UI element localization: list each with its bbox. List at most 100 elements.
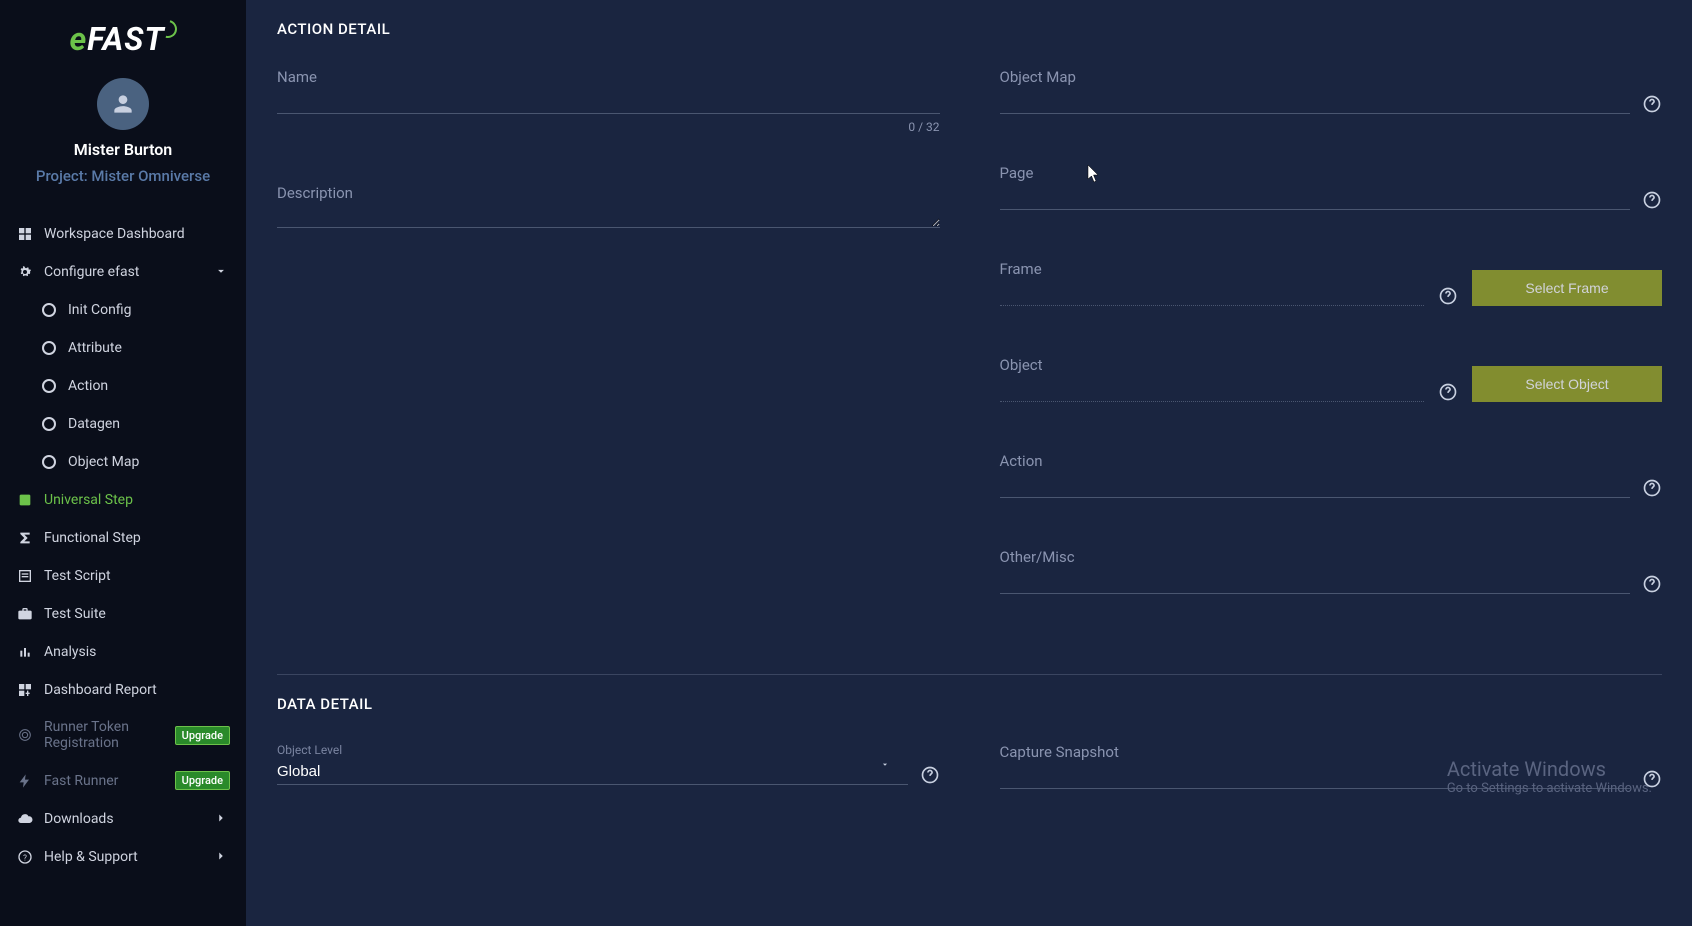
nav-label: Downloads (44, 811, 204, 827)
sidebar-attribute[interactable]: Attribute (0, 329, 246, 367)
help-icon[interactable] (1642, 478, 1662, 498)
object-field: Object Select Object (1000, 356, 1663, 402)
upgrade-badge[interactable]: Upgrade (175, 726, 230, 745)
select-object-button[interactable]: Select Object (1472, 366, 1662, 402)
sigma-icon (16, 529, 34, 547)
script-icon (16, 567, 34, 585)
username: Mister Burton (0, 140, 246, 159)
sidebar-functional-step[interactable]: Functional Step (0, 519, 246, 557)
sidebar-help-support[interactable]: ? Help & Support (0, 838, 246, 876)
object-label: Object (1000, 356, 1425, 374)
right-column: Object Map Page (1000, 68, 1663, 644)
objectmap-label: Object Map (1000, 68, 1631, 86)
nav-label: Object Map (68, 454, 230, 470)
description-field: Description (277, 184, 940, 232)
othermisc-field: Other/Misc (1000, 548, 1663, 594)
suitcase-icon (16, 605, 34, 623)
radio-icon (40, 339, 58, 357)
sidebar-objectmap[interactable]: Object Map (0, 443, 246, 481)
capture-snapshot-input[interactable] (1000, 763, 1631, 789)
name-field: Name 0 / 32 (277, 68, 940, 134)
cloud-download-icon (16, 810, 34, 828)
nav-label: Universal Step (44, 492, 230, 508)
help-icon[interactable] (920, 765, 940, 785)
nav-label: Runner Token Registration (44, 719, 165, 751)
help-icon[interactable] (1642, 574, 1662, 594)
help-icon[interactable] (1642, 190, 1662, 210)
name-input[interactable] (277, 88, 940, 114)
sidebar-fast-runner[interactable]: Fast Runner Upgrade (0, 761, 246, 800)
help-icon[interactable] (1642, 769, 1662, 789)
name-counter: 0 / 32 (277, 120, 940, 134)
nav-label: Configure efast (44, 264, 204, 280)
section-title: DATA DETAIL (277, 695, 1662, 713)
action-input[interactable] (1000, 472, 1631, 498)
chevron-down-icon (214, 264, 230, 280)
sidebar-analysis[interactable]: Analysis (0, 633, 246, 671)
sidebar-downloads[interactable]: Downloads (0, 800, 246, 838)
sidebar-dashboard-report[interactable]: Dashboard Report (0, 671, 246, 709)
help-icon[interactable] (1438, 286, 1458, 306)
help-icon[interactable] (1642, 94, 1662, 114)
sidebar: eFAST Mister Burton Project: Mister Omni… (0, 0, 247, 926)
help-icon[interactable] (1438, 382, 1458, 402)
sidebar-workspace-dashboard[interactable]: Workspace Dashboard (0, 215, 246, 253)
divider (277, 674, 1662, 675)
nav-label: Test Script (44, 568, 230, 584)
objectmap-input[interactable] (1000, 88, 1631, 114)
frame-input[interactable] (1000, 280, 1425, 306)
sidebar-universal-step[interactable]: Universal Step (0, 481, 246, 519)
svg-text:?: ? (23, 853, 27, 862)
nav-label: Init Config (68, 302, 230, 318)
frame-label: Frame (1000, 260, 1425, 278)
nav-label: Dashboard Report (44, 682, 230, 698)
nav-label: Test Suite (44, 606, 230, 622)
select-frame-button[interactable]: Select Frame (1472, 270, 1662, 306)
avatar[interactable] (97, 78, 149, 130)
upgrade-badge[interactable]: Upgrade (175, 771, 230, 790)
page-field: Page (1000, 164, 1663, 210)
nav-label: Analysis (44, 644, 230, 660)
sidebar-configure-efast[interactable]: Configure efast (0, 253, 246, 291)
object-level-select[interactable]: Global (277, 759, 908, 785)
sidebar-action[interactable]: Action (0, 367, 246, 405)
radio-icon (40, 415, 58, 433)
nav-label: Functional Step (44, 530, 230, 546)
nav-label: Help & Support (44, 849, 204, 865)
capture-snapshot-field: Capture Snapshot (1000, 743, 1663, 789)
sidebar-test-script[interactable]: Test Script (0, 557, 246, 595)
chevron-right-icon (214, 811, 230, 827)
sidebar-runner-token[interactable]: Runner Token Registration Upgrade (0, 709, 246, 761)
object-level-label: Object Level (277, 743, 908, 757)
logo-text: eFAST (69, 20, 176, 58)
sidebar-datagen[interactable]: Datagen (0, 405, 246, 443)
page-label: Page (1000, 164, 1631, 182)
radio-icon (40, 301, 58, 319)
dashboard-report-icon (16, 681, 34, 699)
gear-icon (16, 263, 34, 281)
othermisc-label: Other/Misc (1000, 548, 1631, 566)
object-level-field: Object Level Global (277, 743, 940, 789)
sidebar-init-config[interactable]: Init Config (0, 291, 246, 329)
frame-field: Frame Select Frame (1000, 260, 1663, 306)
chart-icon (16, 643, 34, 661)
page-input[interactable] (1000, 184, 1631, 210)
person-icon (110, 91, 136, 117)
nav-label: Attribute (68, 340, 230, 356)
dashboard-icon (16, 225, 34, 243)
capture-snapshot-label: Capture Snapshot (1000, 743, 1631, 761)
action-field: Action (1000, 452, 1663, 498)
step-icon (16, 491, 34, 509)
sidebar-test-suite[interactable]: Test Suite (0, 595, 246, 633)
othermisc-input[interactable] (1000, 568, 1631, 594)
bolt-icon (16, 772, 34, 790)
project-name[interactable]: Project: Mister Omniverse (0, 167, 246, 185)
main-content: ACTION DETAIL Name 0 / 32 Description (247, 0, 1692, 926)
nav-label: Action (68, 378, 230, 394)
help-icon: ? (16, 848, 34, 866)
description-label: Description (277, 184, 940, 202)
description-input[interactable] (277, 204, 940, 228)
profile-block: Mister Burton Project: Mister Omniverse (0, 68, 246, 205)
nav-label: Datagen (68, 416, 230, 432)
object-input[interactable] (1000, 376, 1425, 402)
